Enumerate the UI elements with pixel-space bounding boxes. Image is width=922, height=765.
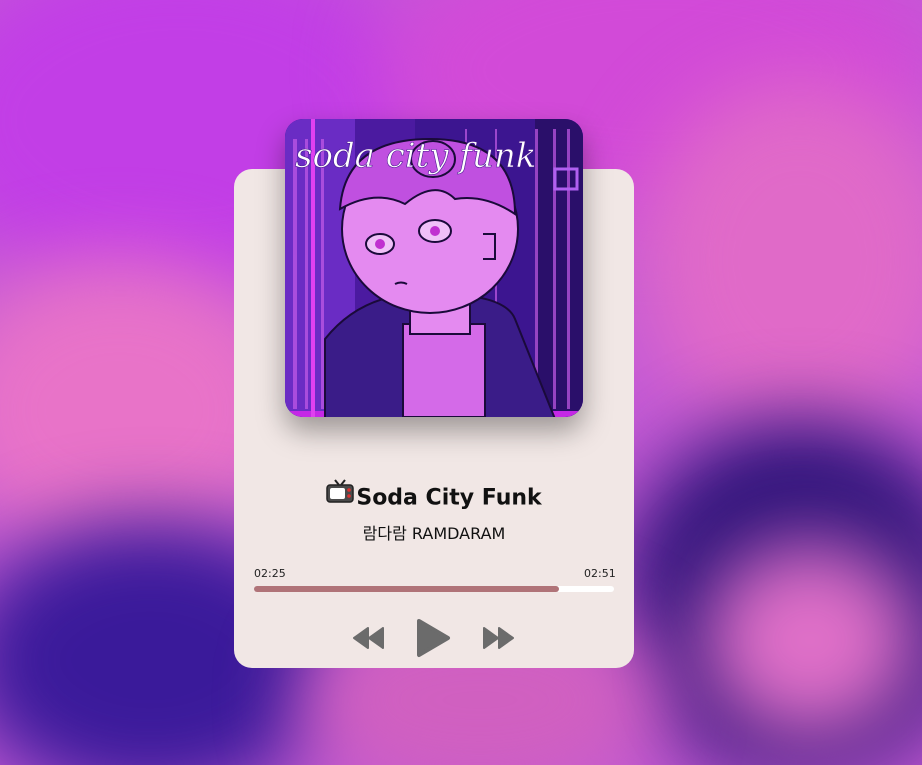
- progress-fill: [254, 586, 560, 592]
- fast-forward-icon: [483, 627, 514, 649]
- rewind-icon: [353, 627, 384, 649]
- total-time: 02:51: [584, 567, 616, 580]
- rewind-button[interactable]: [352, 625, 386, 651]
- album-art-illustration: soda city funk: [285, 119, 583, 417]
- tv-icon: [326, 478, 355, 515]
- current-time: 02:25: [254, 567, 286, 580]
- cover-text: soda city funk: [295, 136, 536, 176]
- fast-forward-button[interactable]: [481, 625, 515, 651]
- progress-bar[interactable]: [254, 586, 614, 592]
- track-title-row: Soda City Funk: [234, 478, 634, 515]
- play-button[interactable]: [414, 617, 452, 659]
- track-artist: 람다람 RAMDARAM: [362, 524, 506, 543]
- track-title: Soda City Funk: [356, 485, 542, 511]
- album-cover: soda city funk: [285, 119, 583, 417]
- play-icon: [417, 619, 450, 657]
